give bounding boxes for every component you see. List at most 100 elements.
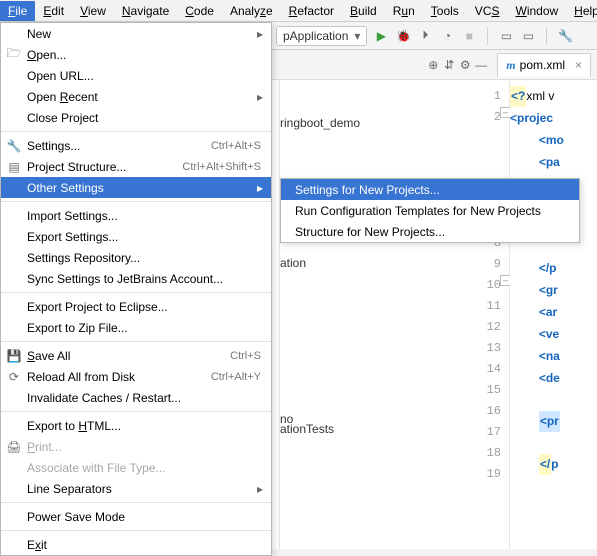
menu-item-other-settings[interactable]: Other Settings▸ [1,177,271,198]
menu-separator [1,530,271,531]
menu-view[interactable]: View [72,1,114,21]
menu-item-export-zip[interactable]: Export to Zip File... [1,317,271,338]
line-number: 15 [470,380,509,401]
layout-icon[interactable]: ▭ [498,28,514,44]
menu-item-sync-jetbrains[interactable]: Sync Settings to JetBrains Account... [1,268,271,289]
menu-item-close-project[interactable]: Close Project [1,107,271,128]
run-icon[interactable]: ▶ [373,28,389,44]
menu-item-export-settings[interactable]: Export Settings... [1,226,271,247]
line-number: 16 [470,401,509,422]
menu-item-import-settings[interactable]: Import Settings... [1,205,271,226]
menu-file[interactable]: File [0,1,35,21]
separator [487,27,488,45]
submenu-label: Run Configuration Templates for New Proj… [295,204,541,218]
menu-item-print: 🖨Print... [1,436,271,457]
shortcut: Ctrl+Alt+Shift+S [182,161,261,173]
submenu-run-config-templates[interactable]: Run Configuration Templates for New Proj… [281,200,579,221]
menu-refactor[interactable]: Refactor [281,1,342,21]
close-icon[interactable]: × [575,58,582,72]
menu-item-new[interactable]: New▸ [1,23,271,44]
menu-edit[interactable]: Edit [35,1,72,21]
menu-item-exit[interactable]: Exit [1,534,271,555]
layout2-icon[interactable]: ▭ [520,28,536,44]
line-number [470,149,509,170]
menu-separator [1,292,271,293]
debug-icon[interactable]: 🐞 [395,28,411,44]
menu-item-open-recent[interactable]: Open Recent▸ [1,86,271,107]
submenu-settings-new-projects[interactable]: Settings for New Projects... [281,179,579,200]
line-number: 19 [470,464,509,485]
minimize-icon[interactable]: — [473,57,489,73]
menu-item-associate-filetype: Associate with File Type... [1,457,271,478]
submenu-label: Settings for New Projects... [295,183,440,197]
menu-analyze[interactable]: Analyze [222,1,281,21]
menu-item-settings[interactable]: 🔧Settings...Ctrl+Alt+S [1,135,271,156]
menu-item-open-url[interactable]: Open URL... [1,65,271,86]
code-content: <?xml v <projec <mo <pa </p <gr <ar <ve … [510,86,597,476]
menu-navigate[interactable]: Navigate [114,1,177,21]
chevron-right-icon: ▸ [257,27,263,41]
target-icon[interactable]: ⊕ [425,57,441,73]
line-number [470,128,509,149]
wrench-icon: 🔧 [6,139,22,153]
maven-icon: m [506,58,515,73]
line-number: 17 [470,422,509,443]
tree-fragment: ationTests [280,422,334,436]
expand-icon[interactable]: ⇵ [441,57,457,73]
wrench-icon[interactable]: 🔧 [557,28,573,44]
menu-item-save-all[interactable]: 💾Save AllCtrl+S [1,345,271,366]
run-config-label: pApplication [283,29,348,43]
menu-tools[interactable]: Tools [423,1,467,21]
submenu-label: Structure for New Projects... [295,225,445,239]
chevron-right-icon: ▸ [257,482,263,496]
shortcut: Ctrl+Alt+S [211,140,261,152]
run-coverage-icon[interactable]: ⏵ [417,28,433,44]
menu-window[interactable]: Window [507,1,566,21]
editor[interactable]: <?xml v <projec <mo <pa </p <gr <ar <ve … [510,80,597,549]
menu-item-invalidate-caches[interactable]: Invalidate Caches / Restart... [1,387,271,408]
reload-icon: ⟳ [6,370,22,384]
chevron-right-icon: ▸ [257,181,263,195]
menu-separator [1,502,271,503]
menu-item-power-save[interactable]: Power Save Mode [1,506,271,527]
line-number: 14 [470,359,509,380]
menu-run[interactable]: Run [385,1,423,21]
menu-item-export-html[interactable]: Export to HTML... [1,415,271,436]
menu-build[interactable]: Build [342,1,385,21]
menu-item-settings-repository[interactable]: Settings Repository... [1,247,271,268]
menu-separator [1,131,271,132]
line-number: 12 [470,317,509,338]
editor-tab-pom[interactable]: m pom.xml × [497,53,591,77]
file-menu-dropdown: New▸ 🗁Open... Open URL... Open Recent▸ C… [0,22,272,556]
line-number: 13 [470,338,509,359]
menu-help[interactable]: Help [566,1,597,21]
profile-icon[interactable]: ◔ [439,28,455,44]
line-number: 18 [470,443,509,464]
run-config-selector[interactable]: pApplication ▾ [276,26,367,46]
menu-separator [1,341,271,342]
menu-item-reload-disk[interactable]: ⟳Reload All from DiskCtrl+Alt+Y [1,366,271,387]
tab-label: pom.xml [520,58,565,72]
menu-bar: File Edit View Navigate Code Analyze Ref… [0,0,597,22]
stop-icon[interactable]: ■ [461,28,477,44]
shortcut: Ctrl+S [230,350,261,362]
menu-item-project-structure[interactable]: ▤Project Structure...Ctrl+Alt+Shift+S [1,156,271,177]
menu-code[interactable]: Code [177,1,222,21]
separator [546,27,547,45]
menu-item-export-eclipse[interactable]: Export Project to Eclipse... [1,296,271,317]
submenu-structure-new-projects[interactable]: Structure for New Projects... [281,221,579,242]
line-gutter: 1 2 7 8 9 10 11 12 13 14 15 16 17 18 19 … [470,80,510,549]
folder-open-icon: 🗁 [6,44,22,65]
menu-item-open[interactable]: 🗁Open... [1,44,271,65]
breadcrumb-fragment: ringboot_demo [280,116,360,130]
menu-separator [1,411,271,412]
line-number: 9 [470,254,509,275]
gear-icon[interactable]: ⚙ [457,57,473,73]
menu-item-line-separators[interactable]: Line Separators▸ [1,478,271,499]
shortcut: Ctrl+Alt+Y [211,371,261,383]
tree-fragment: ation [280,256,306,270]
menu-vcs[interactable]: VCS [467,1,508,21]
chevron-down-icon: ▾ [354,29,360,43]
print-icon: 🖨 [6,440,22,454]
line-number: 11 [470,296,509,317]
